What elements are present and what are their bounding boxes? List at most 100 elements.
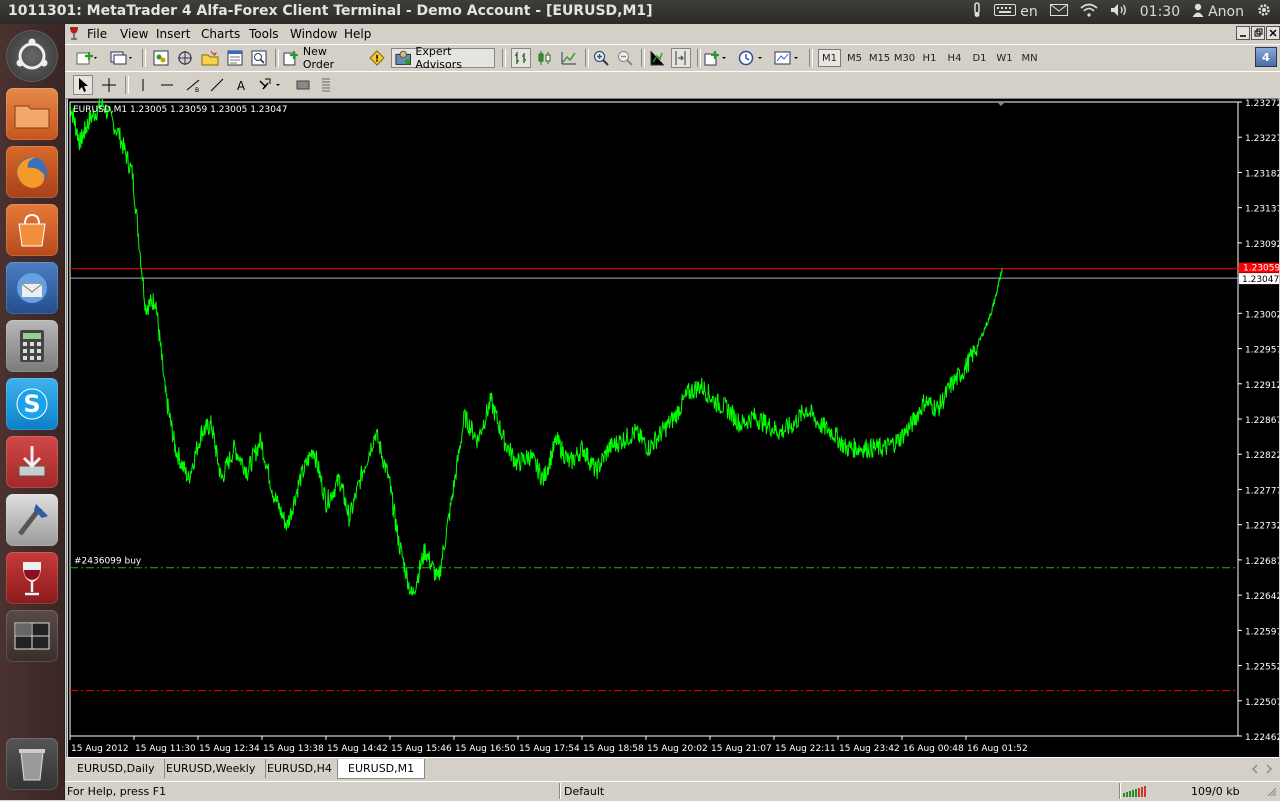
zoom-in-icon[interactable] [591,48,611,68]
trash-icon[interactable] [6,738,58,790]
skype-icon[interactable]: S [6,378,58,430]
y-tick-label: 1.22912 [1245,381,1279,391]
menu-help[interactable]: Help [344,27,371,41]
timeframe-m30[interactable]: M30 [893,49,916,67]
new-chart-icon[interactable] [75,48,99,68]
restore-button[interactable] [1251,26,1265,40]
wifi-icon[interactable] [1080,3,1098,21]
profiles-icon[interactable] [109,48,135,68]
terminal-icon[interactable] [225,48,245,68]
keyboard-layout-label[interactable]: en [1020,4,1038,20]
app-icon[interactable] [68,26,80,43]
timeframe-m5[interactable]: M5 [843,49,866,67]
update-manager-icon[interactable] [6,436,58,488]
strategy-tester-icon[interactable] [249,48,269,68]
x-tick-label: 15 Aug 17:54 [519,744,580,754]
tab-scroll-left-icon[interactable] [1251,764,1259,777]
crosshair-icon[interactable] [99,75,119,95]
templates-icon[interactable] [773,48,803,68]
data-window-icon[interactable] [175,48,195,68]
current-price-label: 1.23047 [1242,275,1279,285]
workspace-switcher-icon[interactable] [6,610,58,662]
wine-icon[interactable] [6,552,58,604]
keyboard-icon[interactable] [994,4,1017,20]
software-center-icon[interactable] [6,204,58,256]
y-tick-label: 1.22957 [1245,346,1279,356]
menu-window[interactable]: Window [290,27,337,41]
timeframe-h4[interactable]: H4 [943,49,966,67]
timeframe-m15[interactable]: M15 [868,49,891,67]
tab-eurusd-daily[interactable]: EURUSD,Daily [67,759,166,778]
y-tick-label: 1.23227 [1245,134,1279,144]
firefox-icon[interactable] [6,146,58,198]
chart-area[interactable]: 1.23272 1.23227 1.23182 1.23137 1.23092 1.230… [68,99,1279,757]
user-icon[interactable] [1192,3,1204,21]
system-settings-icon[interactable] [6,494,58,546]
periods-icon[interactable] [737,48,767,68]
vertical-line-icon[interactable] [133,75,153,95]
tab-eurusd-m1[interactable]: EURUSD,M1 [337,759,426,779]
gear-icon[interactable] [1256,2,1272,22]
user-name[interactable]: Anon [1208,4,1244,20]
price-chart[interactable]: 1.23272 1.23227 1.23182 1.23137 1.23092 1.230… [68,99,1279,757]
y-tick-label: 1.22822 [1245,451,1279,461]
toolbar-grip-icon[interactable] [319,75,333,95]
menu-view[interactable]: View [120,27,148,41]
new-order-button[interactable]: New Order [283,45,361,71]
rectangle-icon[interactable] [293,75,313,95]
svg-text:B: B [195,87,199,93]
navigator-icon[interactable] [199,48,221,68]
candlestick-icon[interactable] [535,48,555,68]
tab-eurusd-h4[interactable]: EURUSD,H4 [257,759,343,778]
close-button[interactable] [1266,26,1280,40]
thunderbird-icon[interactable] [6,262,58,314]
line-chart-icon[interactable] [559,48,579,68]
timeframe-h1[interactable]: H1 [918,49,941,67]
dash-home-icon[interactable] [6,30,58,82]
menu-file[interactable]: File [87,27,107,41]
trendline-icon[interactable]: B [183,75,203,95]
mail-icon[interactable] [1049,4,1068,20]
y-tick-label: 1.23182 [1245,169,1279,179]
metaeditor-icon[interactable]: ! [367,48,387,68]
indicators-icon[interactable] [703,48,729,68]
volume-icon[interactable] [1110,3,1128,21]
tab-scroll-right-icon[interactable] [1265,764,1273,777]
text-tool-icon[interactable]: A [231,75,251,95]
menu-charts[interactable]: Charts [201,27,240,41]
horizontal-line-icon[interactable] [157,75,177,95]
x-tick-label: 15 Aug 20:02 [647,744,708,754]
x-tick-label: 15 Aug 22:11 [775,744,836,754]
y-tick-label: 1.22777 [1245,486,1279,496]
calculator-icon[interactable] [6,320,58,372]
connection-status-icon [1123,785,1149,800]
arrows-icon[interactable] [257,75,285,95]
zoom-out-icon[interactable] [615,48,635,68]
standard-toolbar: New Order ! Expert Advisors M1 M5 M15 M3… [65,44,1280,72]
status-bar: For Help, press F1 Default 109/0 kb [65,781,1280,801]
minimize-button[interactable] [1236,26,1250,40]
cursor-icon[interactable] [73,75,93,95]
timeframe-mn[interactable]: MN [1018,49,1041,67]
market-watch-icon[interactable] [151,48,171,68]
timeframe-m1[interactable]: M1 [818,49,841,67]
menu-insert[interactable]: Insert [156,27,190,41]
timeframe-w1[interactable]: W1 [993,49,1016,67]
chart-shift-marker [997,102,1005,106]
chart-shift-icon[interactable] [671,48,691,68]
auto-scroll-icon[interactable] [647,48,667,68]
menu-tools[interactable]: Tools [249,27,279,41]
expert-advisors-button[interactable]: Expert Advisors [391,45,495,71]
equidistant-channel-icon[interactable] [207,75,227,95]
y-tick-label: 1.22687 [1245,557,1279,567]
thermometer-icon[interactable] [972,2,982,22]
ask-price-label: 1.23059 [1243,264,1279,274]
window-count-badge[interactable]: 4 [1255,47,1277,67]
tab-eurusd-weekly[interactable]: EURUSD,Weekly [156,759,267,778]
timeframe-d1[interactable]: D1 [968,49,991,67]
bar-chart-icon[interactable] [511,48,531,68]
clock[interactable]: 01:30 [1140,4,1180,20]
svg-text:A: A [237,79,246,93]
resize-grip-icon[interactable] [1267,787,1277,800]
files-icon[interactable] [6,88,58,140]
